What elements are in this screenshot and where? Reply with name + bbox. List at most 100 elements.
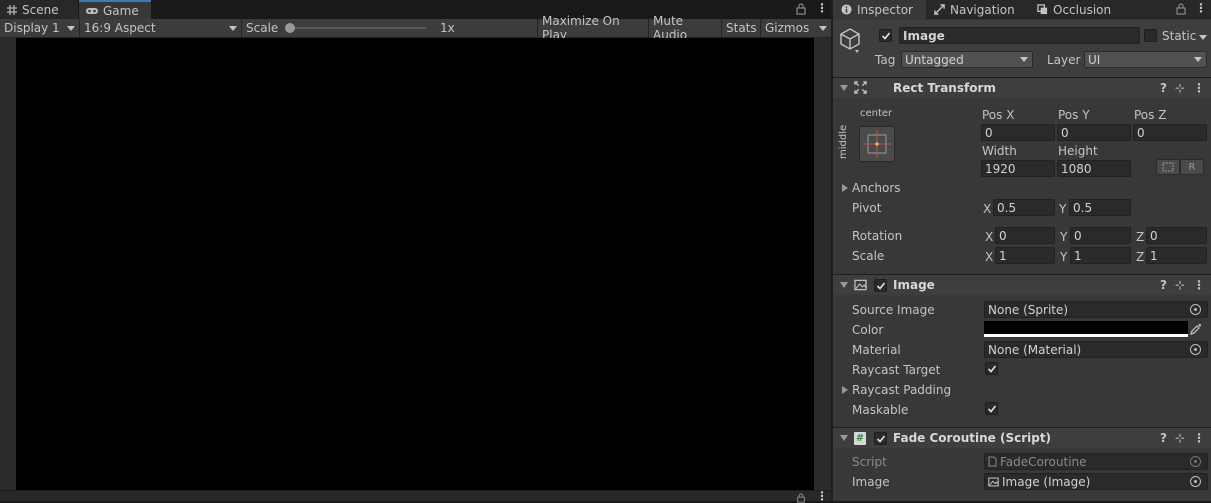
script-field: FadeCoroutine [984,453,1208,470]
lock-icon[interactable] [1176,3,1186,15]
tab-scene-label: Scene [22,2,59,17]
lock-icon[interactable] [796,493,806,503]
more-icon[interactable]: ⋮ [1193,81,1205,95]
help-icon[interactable]: ? [1160,278,1167,292]
presets-icon[interactable]: ⊹ [1175,278,1185,292]
game-viewport[interactable] [16,38,814,490]
maskable-checkbox[interactable] [985,402,998,415]
source-image-value: None (Sprite) [988,302,1069,317]
foldout-arrow-icon[interactable] [840,282,848,288]
scale-z-label: Z [1136,250,1145,264]
help-icon[interactable]: ? [1160,431,1167,445]
blueprint-mode-button[interactable] [1156,159,1180,175]
object-name-field[interactable]: Image [899,27,1140,44]
raycast-padding-label[interactable]: Raycast Padding [852,383,951,397]
pane-divider[interactable] [831,0,833,501]
image-component-title: Image [893,278,935,292]
presets-icon[interactable]: ⊹ [1175,431,1185,445]
tab-navigation[interactable]: Navigation [926,0,1029,19]
component-header-icons: ? ⊹ ⋮ [1160,431,1205,445]
pos-y-label: Pos Y [1058,108,1090,122]
script-enabled-checkbox[interactable] [874,432,887,445]
scale-slider-handle[interactable] [285,23,295,33]
aspect-label: 16:9 Aspect [84,21,156,35]
rot-z-field[interactable]: 0 [1146,227,1207,244]
presets-icon[interactable]: ⊹ [1175,81,1185,95]
scale-z-field[interactable]: 1 [1146,247,1207,264]
foldout-arrow-icon[interactable] [840,85,848,91]
gizmos-dropdown[interactable]: Gizmos [761,19,831,37]
rect-transform-header[interactable]: Rect Transform ? ⊹ ⋮ [833,77,1211,98]
help-icon[interactable]: ? [1160,81,1167,95]
pos-x-field[interactable]: 0 [981,124,1055,141]
object-picker-icon[interactable] [1190,476,1201,487]
raycast-target-checkbox[interactable] [985,362,998,375]
pos-z-field[interactable]: 0 [1133,124,1207,141]
color-swatch[interactable] [984,321,1188,337]
chevron-down-icon [819,25,827,31]
height-label: Height [1058,144,1098,158]
info-icon [841,4,852,15]
display-dropdown[interactable]: Display 1 [0,19,80,37]
scale-slider-track[interactable] [286,27,426,29]
pos-y-field[interactable]: 0 [1057,124,1131,141]
object-picker-icon[interactable] [1190,304,1201,315]
rot-x-value: 0 [999,228,1007,243]
rotation-label: Rotation [852,229,903,243]
lock-icon[interactable] [796,3,806,15]
chevron-down-icon [229,25,237,31]
scale-z-value: 1 [1150,248,1158,263]
maximize-on-play-button[interactable]: Maximize On Play [538,14,649,42]
script-label: Script [852,455,887,469]
stats-button[interactable]: Stats [722,19,761,37]
layer-dropdown[interactable]: UI [1084,51,1207,68]
scale-x-label: X [985,250,994,264]
rot-z-value: 0 [1150,228,1158,243]
image-component-header[interactable]: Image ? ⊹ ⋮ [833,274,1211,295]
image-ref-field[interactable]: Image (Image) [984,473,1208,490]
script-component-header[interactable]: # Fade Coroutine (Script) ? ⊹ ⋮ [833,427,1211,448]
rot-x-field[interactable]: 0 [995,227,1055,244]
tab-game[interactable]: Game [79,0,151,19]
scale-y-label: Y [1060,250,1068,264]
pivot-y-field[interactable]: 0.5 [1069,199,1131,216]
gameobject-cube-icon [839,28,861,54]
scale-x-field[interactable]: 1 [995,247,1055,264]
anchor-preset-button[interactable] [859,126,895,162]
image-component-body: Source Image None (Sprite) Color Materia… [833,296,1211,428]
more-icon[interactable]: ⋮ [1193,431,1205,445]
scale-y-field[interactable]: 1 [1070,247,1131,264]
mute-audio-button[interactable]: Mute Audio [649,14,722,42]
rot-y-field[interactable]: 0 [1070,227,1131,244]
tab-inspector[interactable]: Inspector [833,0,926,19]
foldout-arrow-icon[interactable] [842,386,848,394]
tab-scene[interactable]: Scene [0,0,78,19]
object-header: Image Static Tag Untagged Layer UI [833,20,1211,77]
pivot-y-label: Y [1059,202,1067,216]
more-icon[interactable]: ⋮ [816,1,828,15]
raw-edit-button[interactable]: R [1180,159,1204,175]
height-field[interactable]: 1080 [1057,160,1131,177]
more-icon[interactable]: ⋮ [1193,278,1205,292]
inspector-panel: Inspector Navigation Occlusion ⋮ Image S… [833,0,1211,501]
rect-transform-icon [854,81,867,94]
pivot-x-field[interactable]: 0.5 [993,199,1055,216]
foldout-arrow-icon[interactable] [840,435,848,441]
chevron-down-icon[interactable] [1199,35,1207,40]
foldout-arrow-icon[interactable] [842,184,848,192]
eyedropper-icon[interactable] [1190,323,1202,335]
active-checkbox[interactable] [879,29,892,42]
tab-occlusion[interactable]: Occlusion [1029,0,1129,19]
image-enabled-checkbox[interactable] [874,279,887,292]
aspect-dropdown[interactable]: 16:9 Aspect [80,19,242,37]
material-field[interactable]: None (Material) [984,341,1208,358]
more-icon[interactable]: ⋮ [1195,1,1207,15]
width-field[interactable]: 1920 [981,160,1055,177]
static-checkbox[interactable] [1144,29,1157,42]
component-header-icons: ? ⊹ ⋮ [1160,278,1205,292]
source-image-field[interactable]: None (Sprite) [984,301,1208,318]
anchors-label[interactable]: Anchors [852,181,901,195]
object-picker-icon[interactable] [1190,344,1201,355]
tag-dropdown[interactable]: Untagged [901,51,1033,68]
rot-y-label: Y [1060,230,1068,244]
